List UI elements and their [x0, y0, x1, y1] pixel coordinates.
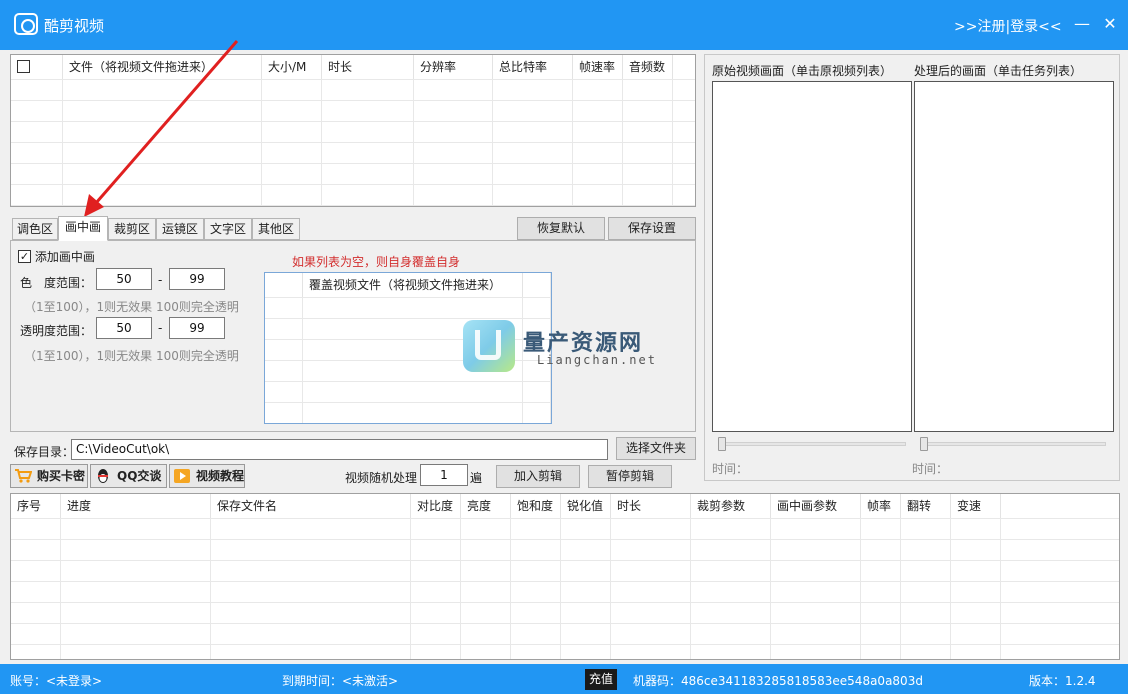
select-all-cell[interactable] [11, 55, 63, 79]
qq-chat-button[interactable]: QQ交谈 [90, 464, 167, 488]
random-count-input[interactable]: 1 [420, 464, 468, 486]
overlay-index-header [265, 273, 303, 297]
version-label: 版本：1.2.4 [1029, 674, 1096, 688]
original-time-label: 时间： [712, 462, 749, 476]
random-process-label: 视频随机处理 [345, 471, 418, 485]
column-header-bitrate[interactable]: 总比特率 [493, 55, 573, 79]
random-unit-label: 遍 [470, 471, 483, 485]
original-preview-label: 原始视频画面（单击原视频列表） [712, 64, 893, 78]
pip-warning-text: 如果列表为空，则自身覆盖自身 [292, 255, 461, 269]
processed-seek-track[interactable] [920, 442, 1106, 446]
alpha-range-hint: （1至100），1则无效果 100则完全透明 [24, 349, 239, 363]
original-preview-canvas[interactable] [712, 81, 912, 432]
add-pip-label: 添加画中画 [34, 250, 95, 264]
column-header-size[interactable]: 大小/M [262, 55, 322, 79]
column-header-sharpen[interactable]: 锐化值 [561, 494, 611, 518]
app-title: 酷剪视频 [44, 17, 105, 35]
color-range-label: 色 度范围： [20, 276, 93, 290]
column-header-saturation[interactable]: 饱和度 [511, 494, 561, 518]
color-range-hint: （1至100），1则无效果 100则完全透明 [24, 300, 239, 314]
video-tutorial-label: 视频教程 [196, 469, 245, 483]
select-all-checkbox[interactable] [17, 60, 30, 73]
play-video-icon [173, 468, 191, 484]
task-list-grid[interactable]: 序号 进度 保存文件名 对比度 亮度 饱和度 锐化值 时长 裁剪参数 画中画参数… [10, 493, 1120, 660]
tab-color[interactable]: 调色区 [12, 218, 58, 240]
column-header-speed[interactable]: 变速 [951, 494, 1001, 518]
original-seek-track[interactable] [718, 442, 906, 446]
column-header-resolution[interactable]: 分辨率 [414, 55, 493, 79]
processed-time-label: 时间： [912, 462, 949, 476]
close-button[interactable]: ✕ [1098, 12, 1122, 36]
column-header-fps[interactable]: 帧率 [861, 494, 901, 518]
column-header-crop-params[interactable]: 裁剪参数 [691, 494, 771, 518]
file-list-grid[interactable]: 文件（将视频文件拖进来） 大小/M 时长 分辨率 总比特率 帧速率 音频数 [10, 54, 696, 207]
save-settings-button[interactable]: 保存设置 [608, 217, 696, 240]
column-header-flip[interactable]: 翻转 [901, 494, 951, 518]
column-header-file[interactable]: 文件（将视频文件拖进来） [63, 55, 262, 79]
tab-camera-motion[interactable]: 运镜区 [156, 218, 204, 240]
column-header-brightness[interactable]: 亮度 [461, 494, 511, 518]
column-header-pip-params[interactable]: 画中画参数 [771, 494, 861, 518]
qq-chat-label: QQ交谈 [117, 469, 162, 483]
column-header-audio[interactable]: 音频数 [623, 55, 673, 79]
recharge-button[interactable]: 充值 [585, 669, 617, 690]
column-header-progress[interactable]: 进度 [61, 494, 211, 518]
app-logo-icon [14, 13, 38, 35]
column-header-save-name[interactable]: 保存文件名 [211, 494, 411, 518]
watermark-logo-icon [463, 320, 515, 372]
status-bar: 账号：<未登录> 到期时间：<未激活> 充值 机器码：486ce34118328… [0, 664, 1128, 694]
column-header-task-duration[interactable]: 时长 [611, 494, 691, 518]
choose-folder-button[interactable]: 选择文件夹 [616, 437, 696, 460]
save-dir-label: 保存目录： [14, 445, 75, 459]
column-header-index[interactable]: 序号 [11, 494, 61, 518]
column-header-overlay-file[interactable]: 覆盖视频文件（将视频文件拖进来） [303, 273, 523, 297]
buy-key-button[interactable]: 购买卡密 [10, 464, 88, 488]
alpha-range-max-input[interactable]: 99 [169, 317, 225, 339]
add-pip-checkbox[interactable]: ✓ 添加画中画 [18, 248, 95, 265]
pause-edit-button[interactable]: 暂停剪辑 [588, 465, 672, 488]
tab-text[interactable]: 文字区 [204, 218, 252, 240]
login-register-link[interactable]: >>注册|登录<< [954, 16, 1062, 36]
shopping-cart-icon [14, 468, 33, 484]
add-edit-button[interactable]: 加入剪辑 [496, 465, 580, 488]
account-status: 账号：<未登录> [10, 674, 103, 688]
column-header-contrast[interactable]: 对比度 [411, 494, 461, 518]
title-bar: 酷剪视频 >>注册|登录<< — ✕ [0, 0, 1128, 50]
original-seek-thumb[interactable] [718, 437, 726, 451]
color-range-max-input[interactable]: 99 [169, 268, 225, 290]
color-range-dash: - [158, 273, 163, 287]
minimize-button[interactable]: — [1070, 12, 1094, 36]
column-header-framerate[interactable]: 帧速率 [573, 55, 623, 79]
qq-penguin-icon [94, 468, 112, 484]
processed-preview-label: 处理后的画面（单击任务列表） [914, 64, 1083, 78]
tab-pip[interactable]: 画中画 [58, 216, 108, 241]
processed-preview-canvas[interactable] [914, 81, 1114, 432]
machine-code: 机器码：486ce341183285818583ee548a0a803d [633, 674, 923, 688]
column-header-duration[interactable]: 时长 [322, 55, 414, 79]
tab-crop[interactable]: 裁剪区 [108, 218, 156, 240]
save-dir-input[interactable]: C:\VideoCut\ok\ [71, 439, 608, 460]
alpha-range-min-input[interactable]: 50 [96, 317, 152, 339]
color-range-min-input[interactable]: 50 [96, 268, 152, 290]
processed-seek-thumb[interactable] [920, 437, 928, 451]
alpha-range-label: 透明度范围： [20, 324, 93, 338]
buy-key-label: 购买卡密 [37, 469, 86, 483]
tab-other[interactable]: 其他区 [252, 218, 300, 240]
video-tutorial-button[interactable]: 视频教程 [169, 464, 245, 488]
expire-status: 到期时间：<未激活> [282, 674, 399, 688]
checkbox-checked-icon: ✓ [18, 250, 31, 263]
restore-default-button[interactable]: 恢复默认 [517, 217, 605, 240]
watermark-subtitle: Liangchan.net [537, 353, 657, 367]
alpha-range-dash: - [158, 321, 163, 335]
